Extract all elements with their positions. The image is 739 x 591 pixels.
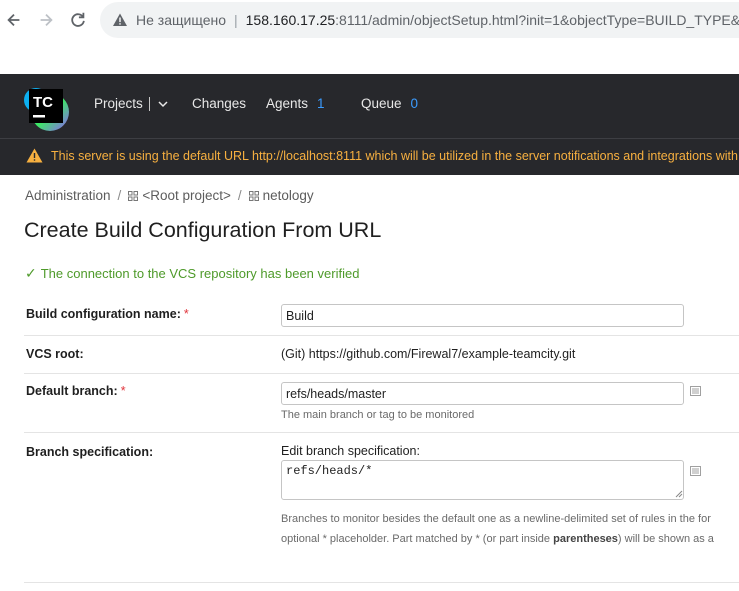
required-mark: *	[120, 384, 126, 398]
nav-projects[interactable]: Projects	[94, 96, 168, 111]
resize-handle-icon[interactable]	[675, 490, 683, 498]
warning-icon	[26, 148, 43, 163]
row-default-branch: Default branch:* The main branch or tag …	[24, 374, 739, 433]
row-build-name: Build configuration name: *	[24, 296, 739, 336]
header-divider	[0, 138, 739, 139]
nav-changes[interactable]: Changes	[192, 96, 246, 111]
row-vcs-root: VCS root: (Git) https://github.com/Firew…	[24, 336, 739, 374]
breadcrumb-root-project-label[interactable]: <Root project>	[142, 188, 231, 203]
default-branch-input[interactable]	[281, 382, 684, 405]
nav-queue-label[interactable]: Queue	[361, 96, 402, 111]
url-path: :8111/admin/objectSetup.html?init=1&obje…	[335, 12, 739, 28]
queue-count-badge[interactable]: 0	[411, 96, 419, 111]
app-header: TC Projects Changes Agents 1 Queue 0 Thi…	[0, 74, 739, 175]
breadcrumb-separator: /	[237, 188, 242, 203]
parameter-picker-icon[interactable]	[690, 386, 701, 396]
edit-branch-spec-label: Edit branch specification:	[281, 444, 420, 458]
branch-spec-hint-line1: Branches to monitor besides the default …	[281, 513, 711, 525]
branch-spec-label: Branch specification:	[26, 445, 154, 459]
project-grid-icon	[248, 190, 259, 201]
vcs-verified-text: The connection to the VCS repository has…	[40, 266, 360, 281]
server-url-warning-text[interactable]: This server is using the default URL htt…	[51, 149, 739, 163]
vcs-root-value: (Git) https://github.com/Firewal7/exampl…	[281, 347, 576, 361]
address-separator: |	[234, 12, 238, 28]
agents-count-badge[interactable]: 1	[317, 96, 325, 111]
chevron-down-icon[interactable]	[158, 99, 168, 109]
breadcrumb-project[interactable]: netology	[248, 188, 314, 203]
address-bar[interactable]: Не защищено | 158.160.17.25:8111/admin/o…	[100, 2, 739, 38]
breadcrumb-project-label[interactable]: netology	[263, 188, 314, 203]
default-branch-hint: The main branch or tag to be monitored	[281, 409, 475, 421]
default-branch-label: Default branch: *	[26, 384, 126, 398]
url-host: 158.160.17.25	[245, 12, 336, 28]
breadcrumb-separator: /	[117, 188, 122, 203]
server-url-warning: This server is using the default URL htt…	[26, 148, 739, 163]
build-name-input[interactable]	[281, 304, 684, 327]
hint-text: optional * placeholder. Part matched by …	[281, 533, 554, 545]
vcs-root-label: VCS root:	[26, 347, 84, 361]
projects-divider	[148, 96, 150, 111]
default-branch-label-text: Default branch:	[26, 384, 118, 398]
parameter-picker-icon[interactable]	[690, 466, 701, 476]
required-mark: *	[183, 307, 189, 321]
row-branch-spec: Branch specification: Edit branch specif…	[24, 433, 739, 583]
build-name-label: Build configuration name: *	[26, 307, 189, 321]
nav-agents-label[interactable]: Agents	[266, 96, 308, 111]
nav-projects-label[interactable]: Projects	[94, 96, 143, 111]
nav-queue[interactable]: Queue 0	[361, 96, 418, 111]
branch-spec-textarea[interactable]: refs/heads/*	[281, 460, 684, 500]
nav-agents[interactable]: Agents 1	[266, 96, 325, 111]
branch-spec-hint-line2: optional * placeholder. Part matched by …	[281, 529, 714, 549]
breadcrumb: Administration / <Root project> / netolo…	[25, 188, 314, 203]
forward-arrow-icon[interactable]	[32, 6, 60, 34]
breadcrumb-administration[interactable]: Administration	[25, 188, 111, 203]
reload-icon[interactable]	[64, 6, 92, 34]
not-secure-warning-icon[interactable]	[112, 12, 128, 28]
build-name-label-text: Build configuration name:	[26, 307, 181, 321]
project-grid-icon	[128, 190, 139, 201]
hint-text: ) will be shown as a	[617, 533, 714, 545]
teamcity-logo[interactable]: TC	[22, 82, 72, 132]
browser-toolbar: Не защищено | 158.160.17.25:8111/admin/o…	[0, 0, 739, 40]
check-icon: ✓	[25, 265, 37, 281]
logo-text: TC	[33, 94, 53, 111]
not-secure-label[interactable]: Не защищено	[136, 12, 226, 28]
vcs-verified-message: ✓ The connection to the VCS repository h…	[25, 265, 359, 282]
back-arrow-icon[interactable]	[0, 6, 28, 34]
breadcrumb-root-project[interactable]: <Root project>	[128, 188, 231, 203]
hint-emphasis: parentheses	[553, 533, 618, 545]
page-title: Create Build Configuration From URL	[24, 218, 382, 242]
